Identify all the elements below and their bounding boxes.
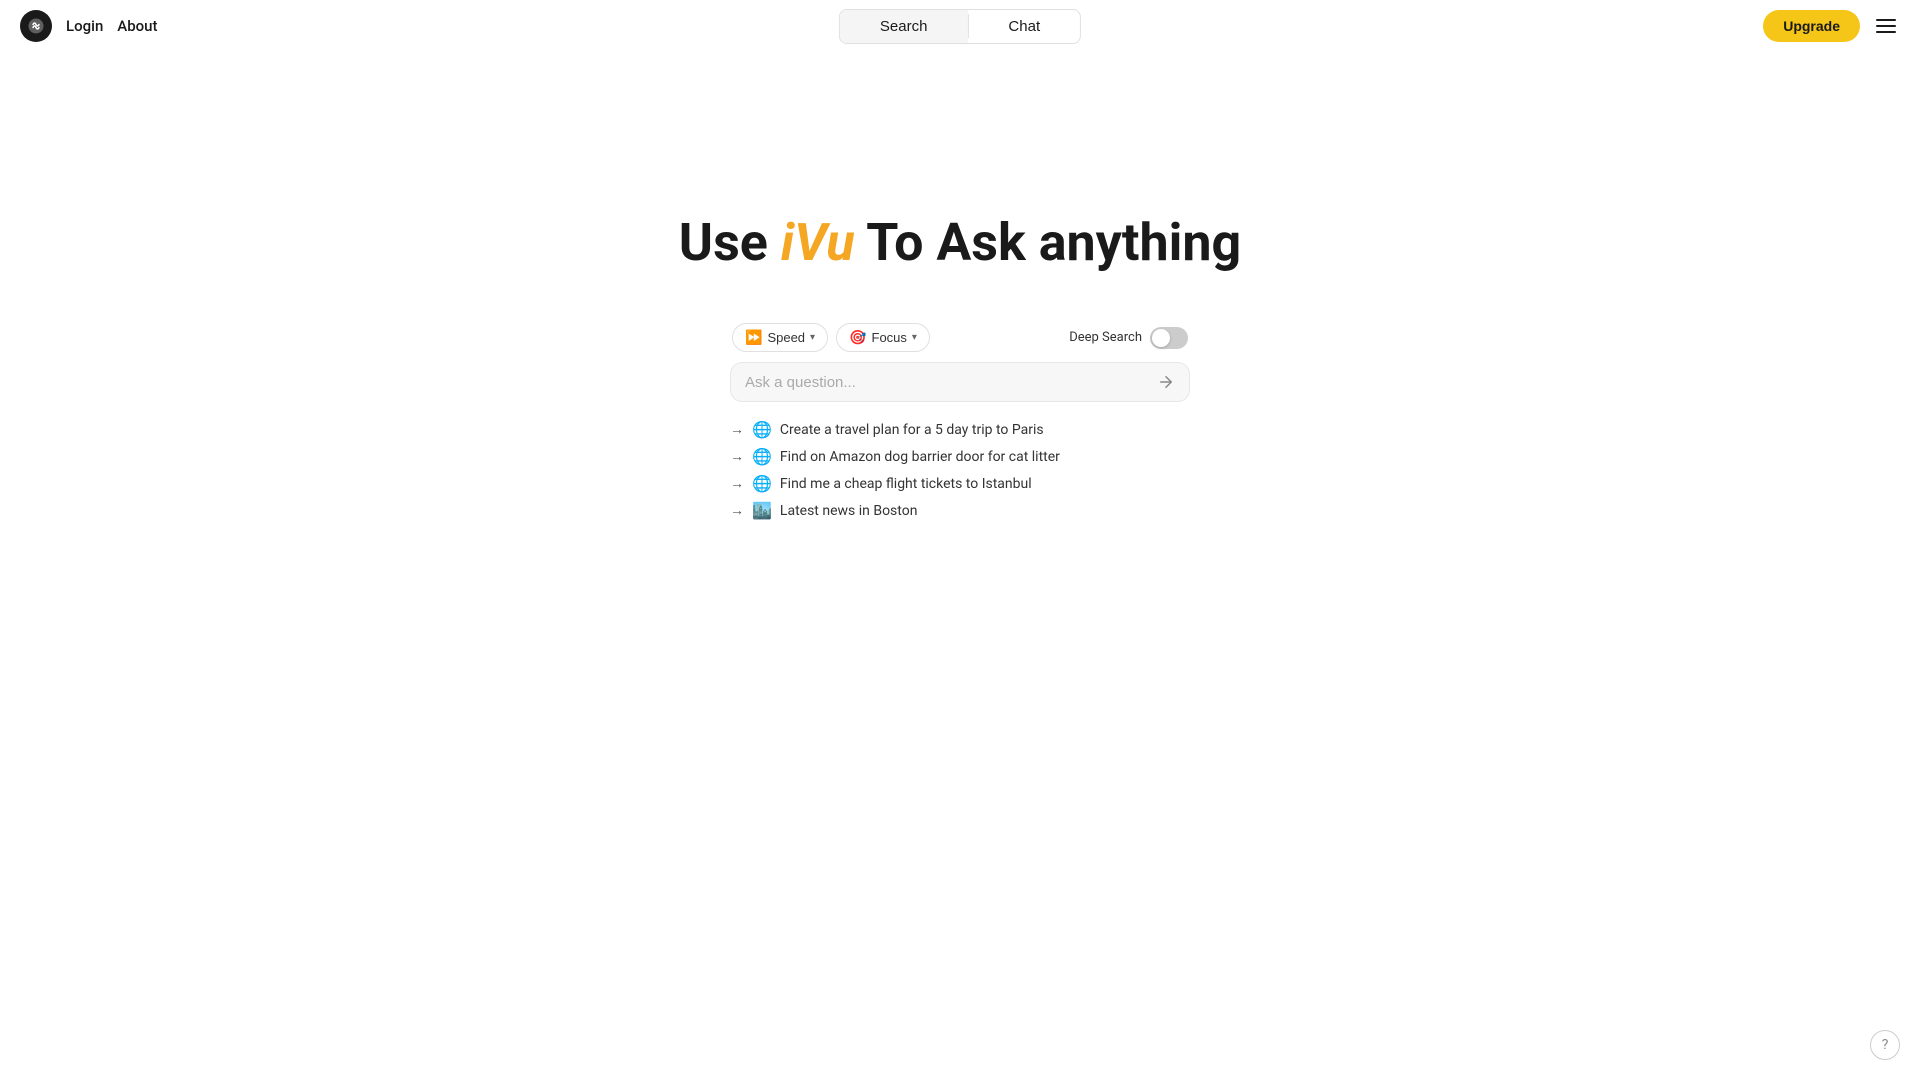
speed-icon: ⏩ bbox=[745, 329, 762, 346]
hero-title: Use iVu To Ask anything bbox=[679, 212, 1241, 273]
speed-chevron-icon: ▾ bbox=[810, 332, 815, 343]
suggestion-globe-icon: 🌐 bbox=[752, 420, 772, 439]
speed-button[interactable]: ⏩ Speed ▾ bbox=[732, 323, 828, 352]
focus-chevron-icon: ▾ bbox=[912, 332, 917, 343]
upgrade-button[interactable]: Upgrade bbox=[1763, 10, 1860, 42]
suggestion-arrow-icon: → bbox=[730, 421, 744, 438]
deep-search-area: Deep Search bbox=[1069, 327, 1188, 349]
suggestion-item[interactable]: → 🏙️ Latest news in Boston bbox=[730, 501, 1190, 520]
tab-chat[interactable]: Chat bbox=[968, 10, 1080, 43]
login-link[interactable]: Login bbox=[66, 17, 103, 35]
tab-search[interactable]: Search bbox=[840, 10, 968, 43]
search-input-wrapper bbox=[730, 362, 1190, 402]
search-input[interactable] bbox=[745, 374, 1157, 391]
speed-label: Speed bbox=[767, 330, 805, 345]
suggestion-item[interactable]: → 🌐 Create a travel plan for a 5 day tri… bbox=[730, 420, 1190, 439]
hero-prefix: Use bbox=[679, 212, 781, 273]
hero-middle: To bbox=[855, 212, 937, 273]
focus-label: Focus bbox=[872, 330, 907, 345]
hamburger-menu-icon[interactable] bbox=[1872, 15, 1900, 37]
logo-icon[interactable] bbox=[20, 10, 52, 42]
search-options: ⏩ Speed ▾ 🎯 Focus ▾ Deep Search bbox=[730, 323, 1190, 352]
help-icon[interactable]: ? bbox=[1870, 1030, 1900, 1060]
suggestion-arrow-icon: → bbox=[730, 475, 744, 492]
focus-icon: 🎯 bbox=[849, 329, 866, 346]
suggestion-arrow-icon: → bbox=[730, 502, 744, 519]
suggestion-item[interactable]: → 🌐 Find me a cheap flight tickets to Is… bbox=[730, 474, 1190, 493]
suggestion-globe-icon: 🏙️ bbox=[752, 501, 772, 520]
nav-right: Upgrade bbox=[1763, 10, 1900, 42]
toggle-knob bbox=[1152, 329, 1170, 347]
suggestion-arrow-icon: → bbox=[730, 448, 744, 465]
search-container: ⏩ Speed ▾ 🎯 Focus ▾ Deep Search bbox=[730, 323, 1190, 520]
suggestion-text: Find on Amazon dog barrier door for cat … bbox=[780, 449, 1060, 465]
suggestion-text: Create a travel plan for a 5 day trip to… bbox=[780, 422, 1044, 438]
suggestion-item[interactable]: → 🌐 Find on Amazon dog barrier door for … bbox=[730, 447, 1190, 466]
focus-button[interactable]: 🎯 Focus ▾ bbox=[836, 323, 930, 352]
deep-search-toggle[interactable] bbox=[1150, 327, 1188, 349]
about-link[interactable]: About bbox=[117, 17, 157, 35]
suggestion-globe-icon: 🌐 bbox=[752, 474, 772, 493]
suggestion-text: Latest news in Boston bbox=[780, 503, 918, 519]
main-content: Use iVu To Ask anything ⏩ Speed ▾ 🎯 Focu… bbox=[0, 52, 1920, 520]
send-button[interactable] bbox=[1157, 373, 1175, 391]
suggestion-globe-icon: 🌐 bbox=[752, 447, 772, 466]
nav-tabs: Search Chat bbox=[839, 9, 1081, 44]
search-options-left: ⏩ Speed ▾ 🎯 Focus ▾ bbox=[732, 323, 930, 352]
nav-left: Login About bbox=[20, 10, 158, 42]
navbar: Login About Search Chat Upgrade bbox=[0, 0, 1920, 52]
hero-suffix: Ask anything bbox=[936, 212, 1241, 273]
suggestions-list: → 🌐 Create a travel plan for a 5 day tri… bbox=[730, 420, 1190, 520]
hero-brand: iVu bbox=[781, 212, 855, 273]
deep-search-label: Deep Search bbox=[1069, 330, 1142, 345]
suggestion-text: Find me a cheap flight tickets to Istanb… bbox=[780, 476, 1032, 492]
